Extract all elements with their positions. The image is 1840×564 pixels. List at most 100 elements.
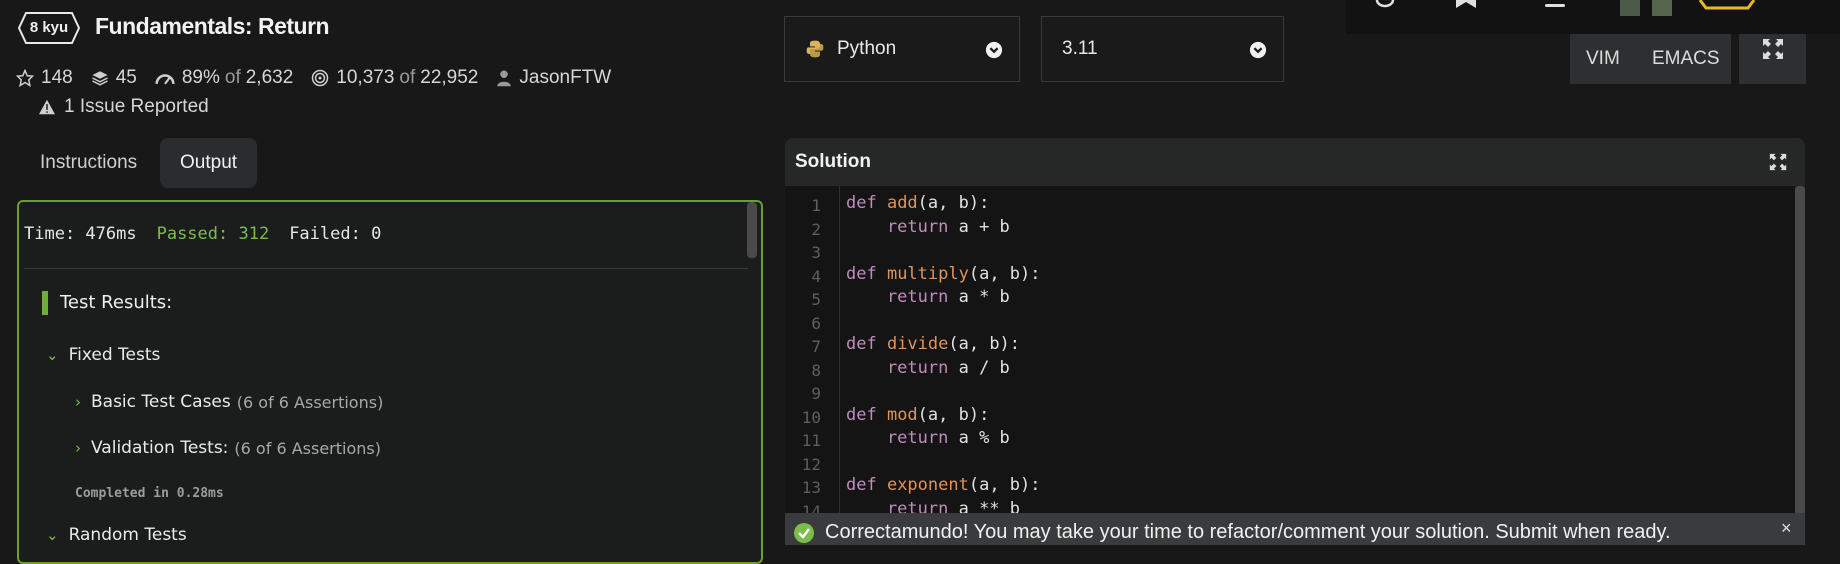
code-line: return a / b (846, 358, 1010, 378)
random-tests-group[interactable]: ⌄ Random Tests (46, 525, 187, 545)
gauge-icon (155, 74, 175, 85)
line-number: 6 (811, 313, 821, 333)
expand-icon[interactable] (1769, 153, 1787, 171)
code-keyword: return (846, 287, 949, 307)
line-number: 4 (811, 266, 821, 286)
code-keyword: def (846, 404, 887, 425)
basic-test-cases-label: Basic Test Cases (91, 392, 231, 412)
chevron-right-icon: › (75, 439, 81, 457)
code-text: a % b (948, 428, 1010, 448)
passed-count: Passed: 312 (156, 224, 270, 244)
satisfaction-votes: 2,632 (245, 67, 294, 88)
code-keyword: return (846, 428, 949, 448)
author-stat[interactable]: JasonFTW (496, 67, 611, 89)
warning-icon (39, 99, 55, 115)
test-results-marker (42, 291, 48, 315)
code-line: return a + b (846, 217, 1010, 237)
author-name: JasonFTW (519, 67, 612, 88)
solution-header (785, 138, 1805, 186)
language-value: Python (837, 38, 897, 59)
run-time: Time: 476ms (24, 224, 137, 244)
fixed-tests-group[interactable]: ⌄ Fixed Tests (46, 345, 160, 365)
code-keyword: def (846, 263, 887, 284)
collections-stat[interactable]: 45 (91, 67, 137, 89)
attempts-count: 22,952 (420, 67, 479, 88)
failed-count: Failed: 0 (289, 224, 382, 244)
code-text: (a, b): (948, 334, 1021, 354)
basic-test-cases[interactable]: › Basic Test Cases (6 of 6 Assertions) (75, 392, 383, 412)
code-line: def mod(a, b): (846, 405, 989, 425)
chevron-down-icon: ⌄ (46, 346, 59, 364)
line-number: 13 (801, 478, 821, 497)
user-icon (497, 70, 512, 87)
code-line: return a % b (846, 428, 1010, 448)
target-icon (312, 69, 329, 87)
code-line: return a * b (846, 287, 1010, 307)
validation-tests-count: (6 of 6 Assertions) (234, 438, 381, 458)
code-text: a / b (948, 357, 1010, 378)
code-keyword: def (846, 334, 887, 354)
fixed-tests-label: Fixed Tests (68, 345, 161, 365)
code-function-name: multiply (886, 263, 969, 284)
vim-button[interactable]: VIM (1586, 34, 1620, 84)
line-number: 2 (811, 219, 821, 239)
stars-stat[interactable]: 148 (16, 67, 73, 89)
kata-stats: 148 45 89% of 2,632 10,373 of 22,952 Jas… (16, 66, 629, 90)
line-number: 5 (811, 290, 821, 309)
check-circle-icon (794, 523, 814, 543)
rank-badge: 8 kyu (29, 19, 69, 36)
code-function-name: mod (886, 404, 918, 425)
language-select[interactable]: Python (784, 16, 1020, 82)
output-panel (17, 200, 763, 564)
line-number: 9 (811, 384, 821, 403)
code-text: (a, b): (968, 475, 1041, 495)
star-icon (16, 69, 34, 87)
solution-title: Solution (795, 151, 871, 172)
line-number: 11 (801, 431, 821, 450)
layers-icon (91, 71, 108, 86)
random-tests-label: Random Tests (68, 525, 187, 545)
code-text: (a, b): (917, 404, 990, 425)
code-text: (a, b): (917, 193, 990, 213)
completed-time: Completed in 0.28ms (75, 486, 224, 501)
validation-tests-label: Validation Tests: (91, 438, 229, 458)
code-line: def multiply(a, b): (846, 264, 1041, 284)
close-icon[interactable]: × (1781, 518, 1792, 539)
avatar[interactable] (1652, 0, 1672, 16)
editor-scrollbar[interactable] (1795, 186, 1805, 516)
satisfaction-percent: 89% (181, 67, 220, 88)
line-number: 12 (801, 454, 821, 474)
kata-title[interactable]: Fundamentals: Return (95, 13, 330, 40)
avatar[interactable] (1620, 0, 1640, 16)
chevron-down-icon: ⌄ (46, 526, 59, 544)
line-number: 3 (811, 243, 821, 262)
basic-test-cases-count: (6 of 6 Assertions) (236, 392, 384, 412)
bookmark-icon[interactable] (1456, 0, 1476, 9)
chevron-down-circle-icon (985, 41, 1003, 59)
version-value: 3.11 (1062, 38, 1098, 59)
tab-output[interactable]: Output (160, 138, 258, 188)
satisfaction-stat: 89% of 2,632 (155, 67, 293, 89)
search-icon[interactable] (1375, 0, 1397, 8)
stars-count: 148 (41, 67, 73, 88)
validation-tests[interactable]: › Validation Tests: (6 of 6 Assertions) (75, 438, 381, 458)
issue-link[interactable]: 1 Issue Reported (38, 96, 209, 118)
chevron-down-circle-icon (1249, 41, 1267, 59)
code-line: def exponent(a, b): (846, 475, 1041, 495)
completions-of: of (399, 67, 416, 88)
code-function-name: divide (886, 334, 949, 354)
code-text: a + b (948, 216, 1010, 237)
tab-instructions[interactable]: Instructions (20, 138, 157, 188)
code-keyword: def (846, 193, 887, 213)
line-number: 1 (811, 196, 821, 215)
collections-count: 45 (115, 67, 137, 88)
test-results-heading: Test Results: (60, 292, 173, 313)
code-function-name: exponent (886, 475, 969, 495)
completions-stat: 10,373 of 22,952 (311, 67, 478, 89)
bell-icon[interactable] (1540, 0, 1570, 9)
version-select[interactable]: 3.11 (1041, 16, 1284, 82)
output-scrollbar[interactable] (747, 202, 757, 258)
output-summary: Time: 476ms Passed: 312 Failed: 0 (24, 224, 401, 244)
rank-hex-icon[interactable] (1698, 0, 1756, 10)
emacs-button[interactable]: EMACS (1652, 34, 1720, 84)
